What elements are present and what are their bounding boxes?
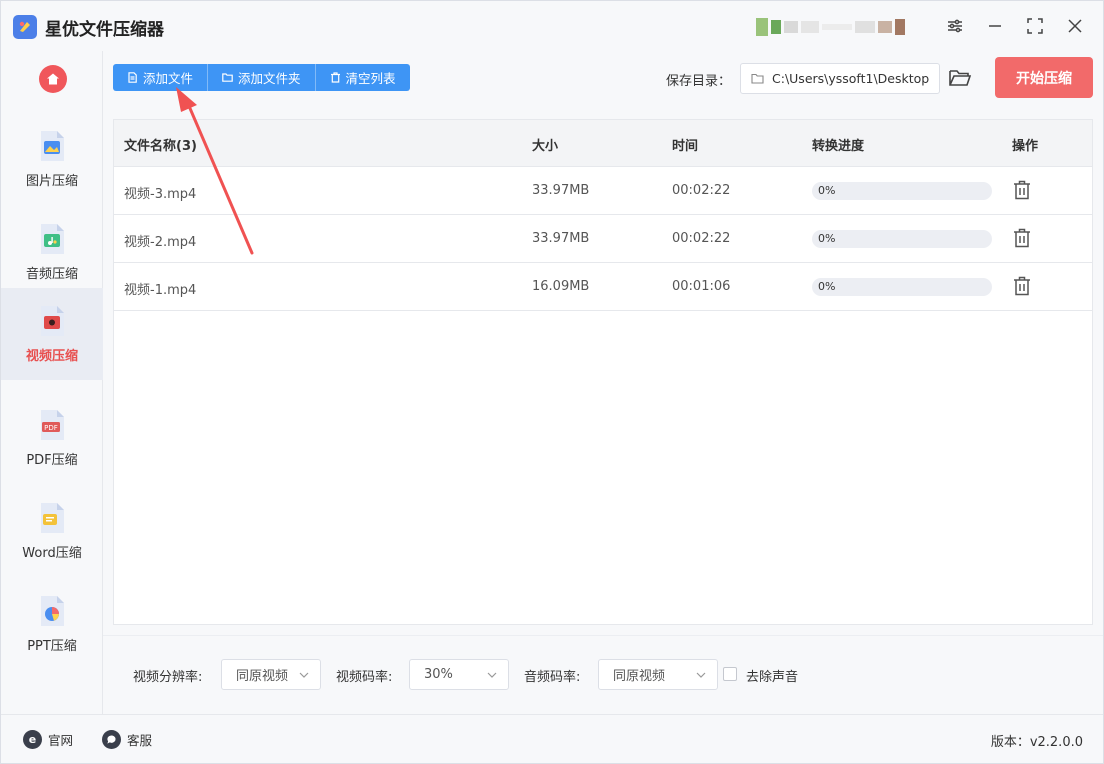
progress-bar: 0%	[812, 278, 992, 296]
ppt-icon	[38, 595, 66, 627]
sidebar-item-word[interactable]: Word压缩	[1, 485, 103, 577]
trash-icon	[330, 72, 340, 83]
header-time: 时间	[672, 139, 699, 154]
file-size: 16.09MB	[532, 279, 590, 294]
footer: e 官网 客服 版本：v2.2.0.0	[1, 714, 1103, 763]
clear-list-button[interactable]: 清空列表	[316, 64, 410, 91]
add-folder-button[interactable]: 添加文件夹	[208, 64, 316, 91]
folder-icon	[222, 73, 233, 82]
table-row[interactable]: 视频-2.mp4 33.97MB 00:02:22 0%	[114, 215, 1092, 263]
audio-bitrate-select[interactable]: 同原视频	[598, 659, 718, 690]
header-progress: 转换进度	[812, 139, 865, 154]
word-icon	[38, 502, 66, 534]
folder-icon	[751, 73, 764, 84]
file-size: 33.97MB	[532, 183, 590, 198]
sidebar-item-video[interactable]: 视频压缩	[1, 288, 103, 380]
chevron-down-icon	[696, 672, 706, 678]
browser-icon: e	[23, 730, 42, 749]
chevron-down-icon	[299, 672, 309, 678]
app-logo-icon	[13, 15, 37, 39]
remove-audio-label: 去除声音	[746, 670, 799, 685]
sidebar-item-audio[interactable]: 音频压缩	[1, 206, 103, 298]
video-bitrate-label: 视频码率:	[336, 670, 393, 685]
app-title: 星优文件压缩器	[45, 20, 164, 40]
app-window: 星优文件压缩器 图片压缩 音频压缩 视频压缩 PDF PDF压缩 Word压缩 …	[0, 0, 1104, 764]
file-duration: 00:01:06	[672, 279, 731, 294]
image-icon	[38, 130, 66, 162]
file-toolbar: 添加文件 添加文件夹 清空列表	[113, 64, 410, 91]
table-row[interactable]: 视频-1.mp4 16.09MB 00:01:06 0%	[114, 263, 1092, 311]
remove-audio-checkbox[interactable]	[723, 667, 737, 681]
file-name: 视频-2.mp4	[124, 235, 197, 250]
header-action: 操作	[1012, 139, 1039, 154]
save-directory-label: 保存目录：	[666, 74, 732, 89]
header-size: 大小	[532, 139, 559, 154]
sidebar-item-pdf[interactable]: PDF PDF压缩	[1, 392, 103, 484]
delete-trash-icon[interactable]	[1013, 180, 1031, 200]
close-icon[interactable]	[1063, 14, 1087, 38]
table-row[interactable]: 视频-3.mp4 33.97MB 00:02:22 0%	[114, 167, 1092, 215]
header-name: 文件名称(3)	[124, 139, 197, 154]
file-table: 文件名称(3) 大小 时间 转换进度 操作 视频-3.mp4 33.97MB 0…	[113, 119, 1093, 625]
minimize-icon[interactable]	[983, 14, 1007, 38]
sidebar-item-ppt[interactable]: PPT压缩	[1, 578, 103, 670]
chat-icon	[102, 730, 121, 749]
file-name: 视频-3.mp4	[124, 187, 197, 202]
maximize-icon[interactable]	[1023, 14, 1047, 38]
compression-settings: 视频分辨率: 同原视频 视频码率: 30% 音频码率: 同原视频 去除声音	[103, 635, 1103, 713]
chevron-down-icon	[487, 672, 497, 678]
video-bitrate-select[interactable]: 30%	[409, 659, 509, 690]
start-compress-button[interactable]: 开始压缩	[995, 57, 1093, 98]
version-text: 版本：v2.2.0.0	[990, 735, 1083, 750]
title-bar: 星优文件压缩器	[1, 1, 1103, 51]
resolution-select[interactable]: 同原视频	[221, 659, 321, 690]
pdf-icon: PDF	[38, 409, 66, 441]
delete-trash-icon[interactable]	[1013, 276, 1031, 296]
audio-bitrate-label: 音频码率:	[524, 670, 581, 685]
file-icon	[128, 72, 137, 83]
video-icon	[38, 305, 66, 337]
progress-bar: 0%	[812, 230, 992, 248]
add-file-button[interactable]: 添加文件	[113, 64, 209, 91]
svg-text:PDF: PDF	[44, 424, 58, 432]
progress-bar: 0%	[812, 182, 992, 200]
file-duration: 00:02:22	[672, 231, 731, 246]
table-header: 文件名称(3) 大小 时间 转换进度 操作	[114, 120, 1092, 167]
website-link[interactable]: e 官网	[23, 730, 73, 749]
sidebar: 图片压缩 音频压缩 视频压缩 PDF PDF压缩 Word压缩 PPT压缩	[1, 51, 103, 714]
file-duration: 00:02:22	[672, 183, 731, 198]
support-link[interactable]: 客服	[102, 730, 152, 749]
resolution-label: 视频分辨率:	[133, 670, 203, 685]
delete-trash-icon[interactable]	[1013, 228, 1031, 248]
audio-icon	[38, 223, 66, 255]
save-directory-input[interactable]: C:\Users\yssoft1\Desktop	[740, 63, 940, 94]
browse-folder-icon[interactable]	[948, 67, 972, 89]
file-size: 33.97MB	[532, 231, 590, 246]
home-icon[interactable]	[39, 65, 67, 93]
settings-icon[interactable]	[943, 14, 967, 38]
user-account-avatar[interactable]	[756, 15, 921, 39]
sidebar-item-image[interactable]: 图片压缩	[1, 113, 103, 205]
file-name: 视频-1.mp4	[124, 283, 197, 298]
